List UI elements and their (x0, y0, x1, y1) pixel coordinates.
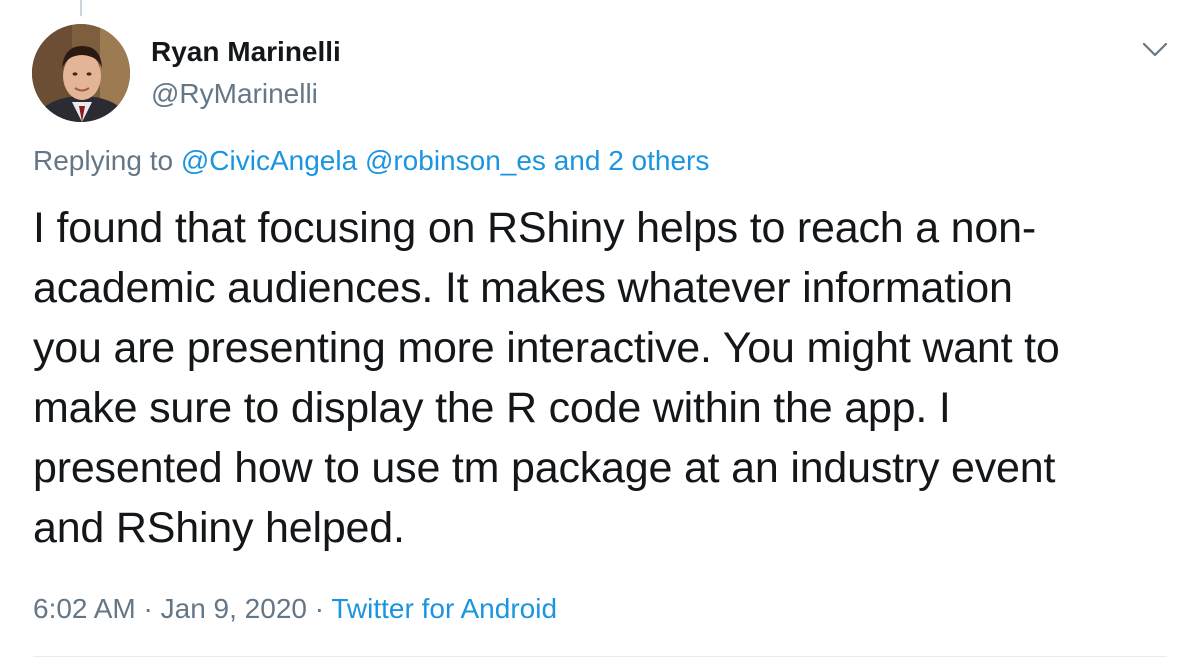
meta-separator: · (314, 593, 325, 624)
tweet-time[interactable]: 6:02 AM (33, 593, 136, 624)
divider (33, 656, 1167, 657)
replying-to-label: Replying to (33, 145, 174, 176)
tweet-meta: 6:02 AM · Jan 9, 2020 · Twitter for Andr… (33, 591, 557, 627)
tweet-text-line: you are presenting more interactive. You… (33, 324, 1060, 372)
profile-photo-image (32, 24, 130, 122)
author-name[interactable]: Ryan Marinelli (151, 34, 341, 70)
more-options-button[interactable] (1138, 33, 1172, 67)
tweet-text-line: academic audiences. It makes whatever in… (33, 264, 1013, 312)
chevron-down-icon (1142, 42, 1168, 57)
tweet-text-line: I found that focusing on RShiny helps to… (33, 204, 1036, 252)
tweet-text-line: presented how to use tm package at an in… (33, 444, 1056, 492)
mention-link-robinson-es[interactable]: @robinson_es (365, 145, 546, 176)
mention-link-civicangela[interactable]: @CivicAngela (181, 145, 357, 176)
author-handle[interactable]: @RyMarinelli (151, 76, 318, 112)
tweet-text-line: and RShiny helped. (33, 504, 405, 552)
replying-to: Replying to @CivicAngela @robinson_es an… (33, 143, 709, 179)
tweet-source-link[interactable]: Twitter for Android (331, 593, 557, 624)
tweet-date[interactable]: Jan 9, 2020 (161, 593, 307, 624)
tweet-text: I found that focusing on RShiny helps to… (33, 198, 1173, 558)
tweet-text-line: make sure to display the R code within t… (33, 384, 951, 432)
thread-connector-line (80, 0, 82, 16)
others-link[interactable]: and 2 others (554, 145, 710, 176)
avatar[interactable] (32, 24, 130, 122)
meta-separator: · (143, 593, 153, 624)
